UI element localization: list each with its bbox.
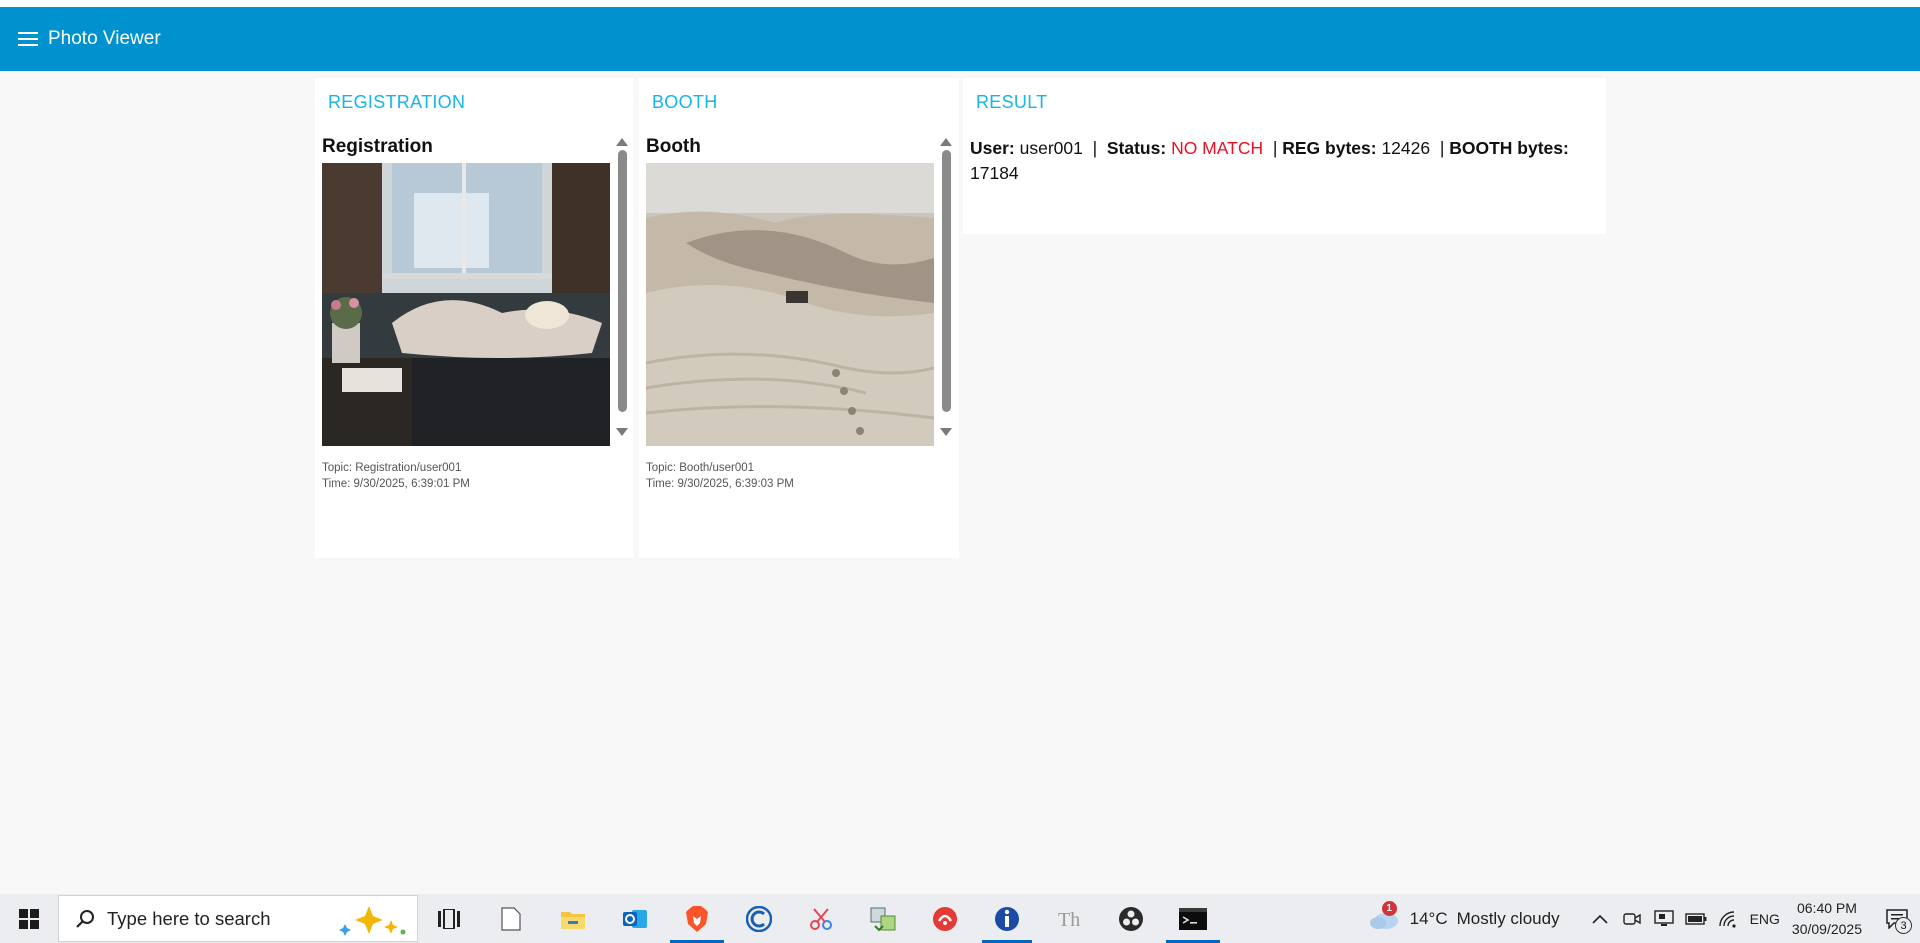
display-icon[interactable] — [1648, 894, 1680, 943]
battery-icon[interactable] — [1680, 894, 1712, 943]
language-indicator[interactable]: ENG — [1750, 911, 1780, 927]
result-summary: User: user001 | Status: NO MATCH | REG b… — [970, 138, 1569, 183]
registration-time: Time: 9/30/2025, 6:39:01 PM — [322, 478, 470, 490]
pdf-app-icon[interactable] — [914, 894, 976, 943]
notification-count: 3 — [1895, 917, 1912, 934]
taskbar-search-box[interactable]: Type here to search — [58, 895, 418, 942]
chevron-up-icon[interactable] — [1584, 894, 1616, 943]
typora-icon[interactable]: Th — [1038, 894, 1100, 943]
booth-scrollbar-thumb[interactable] — [942, 150, 951, 412]
booth-scroll-down-icon[interactable] — [939, 426, 953, 438]
search-icon — [75, 909, 95, 929]
task-view-icon[interactable] — [418, 894, 480, 943]
window-top-border — [0, 0, 1920, 7]
status-label: Status: — [1106, 138, 1167, 158]
weather-description: Mostly cloudy — [1456, 908, 1560, 928]
reg-bytes-label: REG bytes: — [1282, 138, 1377, 158]
registration-topic: Topic: Registration/user001 — [322, 462, 462, 474]
booth-scroll-up-icon[interactable] — [939, 136, 953, 148]
booth-panel-header: BOOTH — [652, 92, 718, 112]
reg-bytes-value: 12426 — [1381, 138, 1431, 158]
booth-photo-scroller[interactable]: Booth — [639, 136, 955, 454]
windows-start-icon[interactable] — [0, 894, 58, 943]
system-tray: 1 14°C Mostly cloudy ENG 06:40 PM 30/09/… — [1368, 894, 1920, 943]
taskbar: Type here to search Th 1 14°C Mostly clo… — [0, 894, 1920, 943]
registration-scrollbar-thumb[interactable] — [618, 150, 627, 412]
svg-text:Th: Th — [1058, 909, 1080, 930]
booth-photo-caption: Booth — [646, 136, 701, 157]
file-icon[interactable] — [480, 894, 542, 943]
registration-scroll-down-icon[interactable] — [615, 426, 629, 438]
user-value: user001 — [1019, 138, 1083, 158]
registration-photo-scroller[interactable]: Registration — [315, 136, 631, 454]
clock-date: 30/09/2025 — [1791, 920, 1862, 937]
clock-time: 06:40 PM — [1796, 899, 1857, 916]
app-title: Photo Viewer — [48, 28, 161, 49]
result-panel: RESULT User: user001 | Status: NO MATCH … — [963, 78, 1606, 234]
registration-meta: Topic: Registration/user001 Time: 9/30/2… — [322, 460, 470, 492]
outlook-icon[interactable] — [604, 894, 666, 943]
app-bar: Photo Viewer — [0, 7, 1920, 71]
booth-panel: BOOTH Booth Topic: Booth/user001 Time: 9… — [639, 78, 959, 558]
file-explorer-icon[interactable] — [542, 894, 604, 943]
weather-widget[interactable]: 1 14°C Mostly cloudy — [1368, 900, 1560, 931]
notification-center-icon[interactable]: 3 — [1874, 894, 1920, 943]
registration-photo-caption: Registration — [322, 136, 433, 157]
status-value: NO MATCH — [1171, 138, 1264, 158]
booth-bytes-value: 17184 — [970, 163, 1019, 183]
booth-time: Time: 9/30/2025, 6:39:03 PM — [646, 478, 794, 490]
clock[interactable]: 06:40 PM 30/09/2025 — [1792, 898, 1862, 940]
registration-scroll-up-icon[interactable] — [615, 136, 629, 148]
ccleaner-icon[interactable] — [728, 894, 790, 943]
booth-photo — [646, 163, 934, 446]
user-label: User: — [970, 138, 1015, 158]
intel-app-icon[interactable] — [976, 894, 1038, 943]
registration-panel-header: REGISTRATION — [328, 92, 466, 112]
registration-photo — [322, 163, 610, 446]
terminal-icon[interactable] — [1162, 894, 1224, 943]
meet-now-icon[interactable] — [1616, 894, 1648, 943]
weather-temperature: 14°C — [1409, 908, 1448, 928]
brave-browser-icon[interactable] — [666, 894, 728, 943]
copilot-sparkle-icon[interactable] — [335, 904, 407, 936]
weather-alert-badge: 1 — [1381, 900, 1397, 916]
obs-studio-icon[interactable] — [1100, 894, 1162, 943]
booth-bytes-label: BOOTH bytes: — [1449, 138, 1569, 158]
cloud-icon: 1 — [1368, 900, 1400, 931]
wifi-icon[interactable] — [1712, 894, 1744, 943]
network-transfer-icon[interactable] — [852, 894, 914, 943]
snipping-tool-icon[interactable] — [790, 894, 852, 943]
booth-meta: Topic: Booth/user001 Time: 9/30/2025, 6:… — [646, 460, 794, 492]
registration-panel: REGISTRATION Registration Topic: Registr… — [315, 78, 634, 558]
booth-topic: Topic: Booth/user001 — [646, 462, 755, 474]
search-placeholder: Type here to search — [107, 907, 271, 929]
result-panel-header: RESULT — [976, 92, 1048, 112]
hamburger-menu-icon[interactable] — [14, 25, 42, 53]
